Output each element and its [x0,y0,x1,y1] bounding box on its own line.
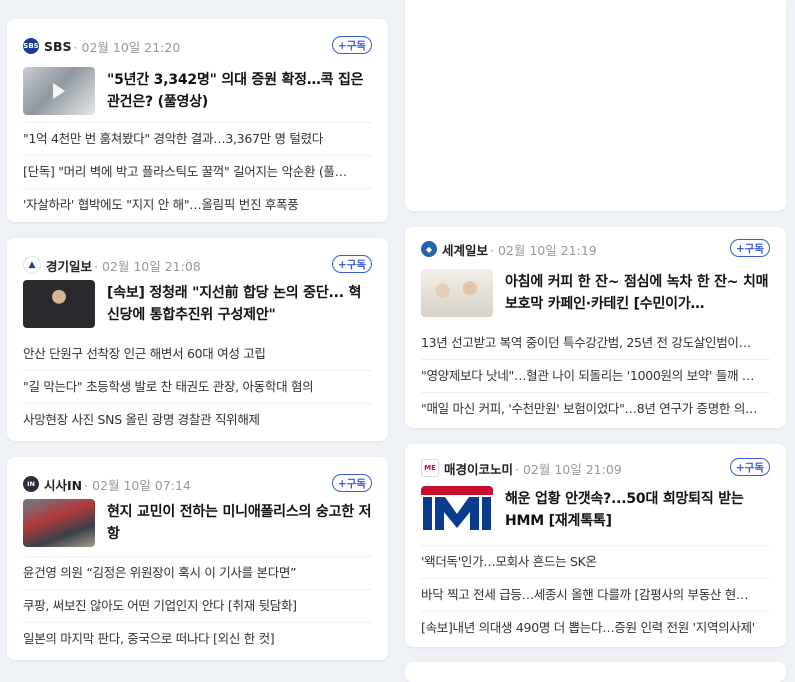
headline-text: 아침에 커피 한 잔~ 점심에 녹차 한 잔~ 치매 보호막 카페인·카테킨 [… [505,274,769,312]
card-header: ME 매경이코노미 · 02월 10일 21:09 +구독 [421,457,770,479]
list-item[interactable]: [단독] "머리 벽에 박고 플라스틱도 꿀꺽" 길어지는 악순환 (풀… [23,155,372,188]
list-item[interactable]: "1억 4천만 번 훔쳐봤다" 경악한 결과…3,367만 명 털렸다 [23,122,372,155]
news-card-sisain: IN 시사IN · 02월 10일 07:14 +구독 현지 교민이 전하는 미… [7,457,388,660]
sub-article-list: 안산 단원구 선착장 인근 해변서 60대 여성 고립 "길 막는다" 초등학생… [23,338,372,436]
headline-text: 해운 업황 안갯속?...50대 희망퇴직 받는 HMM [재계톡톡] [505,491,744,529]
headline-text: 현지 교민이 전하는 미니애폴리스의 숭고한 저항 [107,504,372,542]
card-header: SBS SBS · 02월 10일 21:20 +구독 [23,35,372,57]
list-item[interactable]: 안산 단원구 선착장 인근 해변서 60대 여성 고립 [23,338,372,370]
hmm-logo-icon [421,486,493,530]
press-date: · 02월 10일 21:08 [94,258,201,274]
press-name[interactable]: 경기일보 [46,256,92,275]
headline-thumbnail [421,486,493,534]
list-item[interactable]: [속보]내년 의대생 490명 더 뽑는다…증원 인력 전원 '지역의사제' [421,611,770,644]
press-logo-icon: ME [421,459,439,477]
news-card-partial [405,662,786,682]
press-logo-icon: ▲ [23,256,41,274]
ad-placeholder [405,0,786,211]
list-item[interactable]: 윤건영 의원 “김정은 위원장이 혹시 이 기사를 본다면” [23,556,372,589]
list-item[interactable]: '왝더독'인가…모회사 흔드는 SK온 [421,545,770,578]
list-item[interactable]: '자살하라' 협박에도 "지지 안 해"…올림픽 번진 후폭풍 [23,188,372,221]
press-name[interactable]: 세계일보 [442,240,488,259]
headline-link[interactable]: 현지 교민이 전하는 미니애폴리스의 숭고한 저항 [23,497,372,549]
headline-link[interactable]: "5년간 3,342명" 의대 증원 확정…콕 집은 관건은? (풀영상) [23,65,372,117]
news-card-kyeonggi: ▲ 경기일보 · 02월 10일 21:08 +구독 [속보] 정청래 "지선前… [7,238,388,441]
headline-thumbnail [23,280,95,328]
press-logo-icon: ◆ [421,241,437,257]
press-date: · 02월 10일 07:14 [84,477,191,493]
card-header: ◆ 세계일보 · 02월 10일 21:19 +구독 [421,238,770,260]
list-item[interactable]: 사망현장 사진 SNS 올린 광명 경찰관 직위해제 [23,403,372,436]
press-date: · 02월 10일 21:20 [73,39,181,55]
press-date: · 02월 10일 21:19 [490,242,597,258]
list-item[interactable]: 13년 선고받고 복역 중이던 특수강간범, 25년 전 강도살인범이… [421,327,770,359]
headline-text: "5년간 3,342명" 의대 증원 확정…콕 집은 관건은? (풀영상) [107,72,364,110]
press-name[interactable]: 매경이코노미 [444,459,513,478]
card-header: IN 시사IN · 02월 10일 07:14 +구독 [23,473,372,495]
headline-link[interactable]: 해운 업황 안갯속?...50대 희망퇴직 받는 HMM [재계톡톡] [421,484,770,536]
list-item[interactable]: "길 막는다" 초등학생 발로 찬 태권도 관장, 아동학대 혐의 [23,370,372,403]
headline-text: [속보] 정청래 "지선前 합당 논의 중단... 혁신당에 통합추진위 구성제… [107,285,362,323]
list-item[interactable]: 바닥 찍고 전세 급등…세종시 올핸 다를까 [감평사의 부동산 현… [421,578,770,611]
sub-article-list: 윤건영 의원 “김정은 위원장이 혹시 이 기사를 본다면” 쿠팡, 써보진 않… [23,556,372,655]
press-name[interactable]: 시사IN [44,475,82,494]
press-logo-icon: SBS [23,38,39,54]
news-card-mk-economy: ME 매경이코노미 · 02월 10일 21:09 +구독 해운 업황 안갯속?… [405,444,786,647]
subscribe-button[interactable]: +구독 [729,458,770,476]
subscribe-button[interactable]: +구독 [331,36,372,54]
sub-article-list: "1억 4천만 번 훔쳐봤다" 경악한 결과…3,367만 명 털렸다 [단독]… [23,122,372,221]
card-header: ▲ 경기일보 · 02월 10일 21:08 +구독 [23,254,372,276]
press-logo-icon: IN [23,476,39,492]
headline-link[interactable]: [속보] 정청래 "지선前 합당 논의 중단... 혁신당에 통합추진위 구성제… [23,278,372,330]
list-item[interactable]: 일본의 마지막 판다, 중국으로 떠나다 [외신 한 컷] [23,622,372,655]
list-item[interactable]: 쿠팡, 써보진 않아도 어떤 기업인지 안다 [취재 뒷담화] [23,589,372,622]
headline-thumbnail [421,269,493,317]
news-card-sbs: SBS SBS · 02월 10일 21:20 +구독 "5년간 3,342명"… [7,19,388,222]
list-item[interactable]: "매일 마신 커피, '수천만원' 보험이었다"…8년 연구가 증명한 의… [421,392,770,425]
play-icon [53,83,65,99]
headline-link[interactable]: 아침에 커피 한 잔~ 점심에 녹차 한 잔~ 치매 보호막 카페인·카테킨 [… [421,267,770,319]
headline-thumbnail [23,67,95,115]
press-date: · 02월 10일 21:09 [515,461,622,477]
news-card-segye: ◆ 세계일보 · 02월 10일 21:19 +구독 아침에 커피 한 잔~ 점… [405,227,786,428]
sub-article-list: '왝더독'인가…모회사 흔드는 SK온 바닥 찍고 전세 급등…세종시 올핸 다… [421,545,770,644]
headline-thumbnail [23,499,95,547]
press-name[interactable]: SBS [44,39,72,54]
sub-article-list: 13년 선고받고 복역 중이던 특수강간범, 25년 전 강도살인범이… "영양… [421,327,770,425]
subscribe-button[interactable]: +구독 [331,474,372,492]
subscribe-button[interactable]: +구독 [729,239,770,257]
list-item[interactable]: "영양제보다 낫네"…혈관 나이 되돌리는 '1000원의 보약' 들깨 … [421,359,770,392]
subscribe-button[interactable]: +구독 [331,255,372,273]
